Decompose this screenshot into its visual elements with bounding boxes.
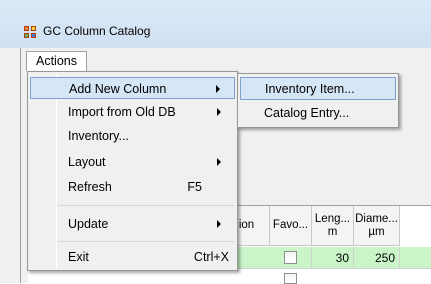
favorite-checkbox[interactable] — [284, 273, 297, 284]
app-icon — [24, 26, 37, 39]
submenu-item-inventory-item[interactable]: Inventory Item... — [240, 77, 396, 100]
menu-actions[interactable]: Actions — [26, 51, 87, 71]
submenu-arrow-icon — [217, 108, 221, 116]
menu-item-inventory[interactable]: Inventory... — [30, 125, 235, 147]
menu-item-add-new-column[interactable]: Add New Column — [30, 77, 235, 99]
menu-bar: Actions — [20, 49, 431, 71]
grid-header-length[interactable]: Leng... m — [312, 206, 354, 246]
favorite-checkbox[interactable] — [284, 251, 297, 264]
menu-separator — [58, 241, 234, 242]
menu-item-update[interactable]: Update — [30, 213, 235, 235]
menu-item-label: Refresh — [68, 180, 112, 194]
grid-header-diameter[interactable]: Diame... µm — [354, 206, 400, 246]
menu-item-import-from-old-db[interactable]: Import from Old DB — [30, 101, 235, 123]
menu-separator — [58, 205, 234, 206]
submenu-item-label: Catalog Entry... — [264, 106, 350, 120]
submenu-arrow-icon — [217, 158, 221, 166]
grid-header-label: Leng... m — [314, 212, 351, 238]
window-title: GC Column Catalog — [43, 24, 151, 38]
submenu-item-catalog-entry[interactable]: Catalog Entry... — [240, 102, 396, 125]
app-window: GC Column Catalog Actions ion Favo... Le… — [0, 0, 431, 284]
grid-header-label: Favo... — [272, 219, 309, 231]
grid-header-label: Diame... µm — [355, 212, 398, 238]
favorite-cell[interactable] — [270, 247, 312, 269]
menu-item-layout[interactable]: Layout — [30, 151, 235, 173]
menu-item-label: Inventory... — [68, 129, 129, 143]
actions-dropdown: Add New Column Import from Old DB Invent… — [27, 71, 238, 271]
diameter-cell: 250 — [354, 247, 400, 269]
table-row[interactable] — [28, 270, 431, 284]
menu-item-label: Exit — [68, 250, 89, 264]
add-new-column-submenu: Inventory Item... Catalog Entry... — [237, 73, 399, 128]
menu-item-label: Add New Column — [69, 82, 167, 96]
title-bar: GC Column Catalog — [0, 0, 431, 48]
length-cell: 30 — [312, 247, 354, 269]
menu-item-label: Update — [68, 217, 109, 231]
grid-header-favorite[interactable]: Favo... — [270, 206, 312, 246]
menu-item-shortcut: Ctrl+X — [193, 250, 229, 264]
menu-item-shortcut: F5 — [187, 180, 202, 194]
menu-item-exit[interactable]: Exit Ctrl+X — [30, 246, 235, 268]
menu-item-label: Import from Old DB — [68, 105, 176, 119]
menu-item-label: Layout — [68, 155, 106, 169]
submenu-arrow-icon — [217, 220, 221, 228]
submenu-item-label: Inventory Item... — [265, 82, 355, 96]
submenu-arrow-icon — [216, 85, 220, 93]
menu-item-refresh[interactable]: Refresh F5 — [30, 176, 235, 198]
grid-header-label: ion — [238, 219, 255, 231]
